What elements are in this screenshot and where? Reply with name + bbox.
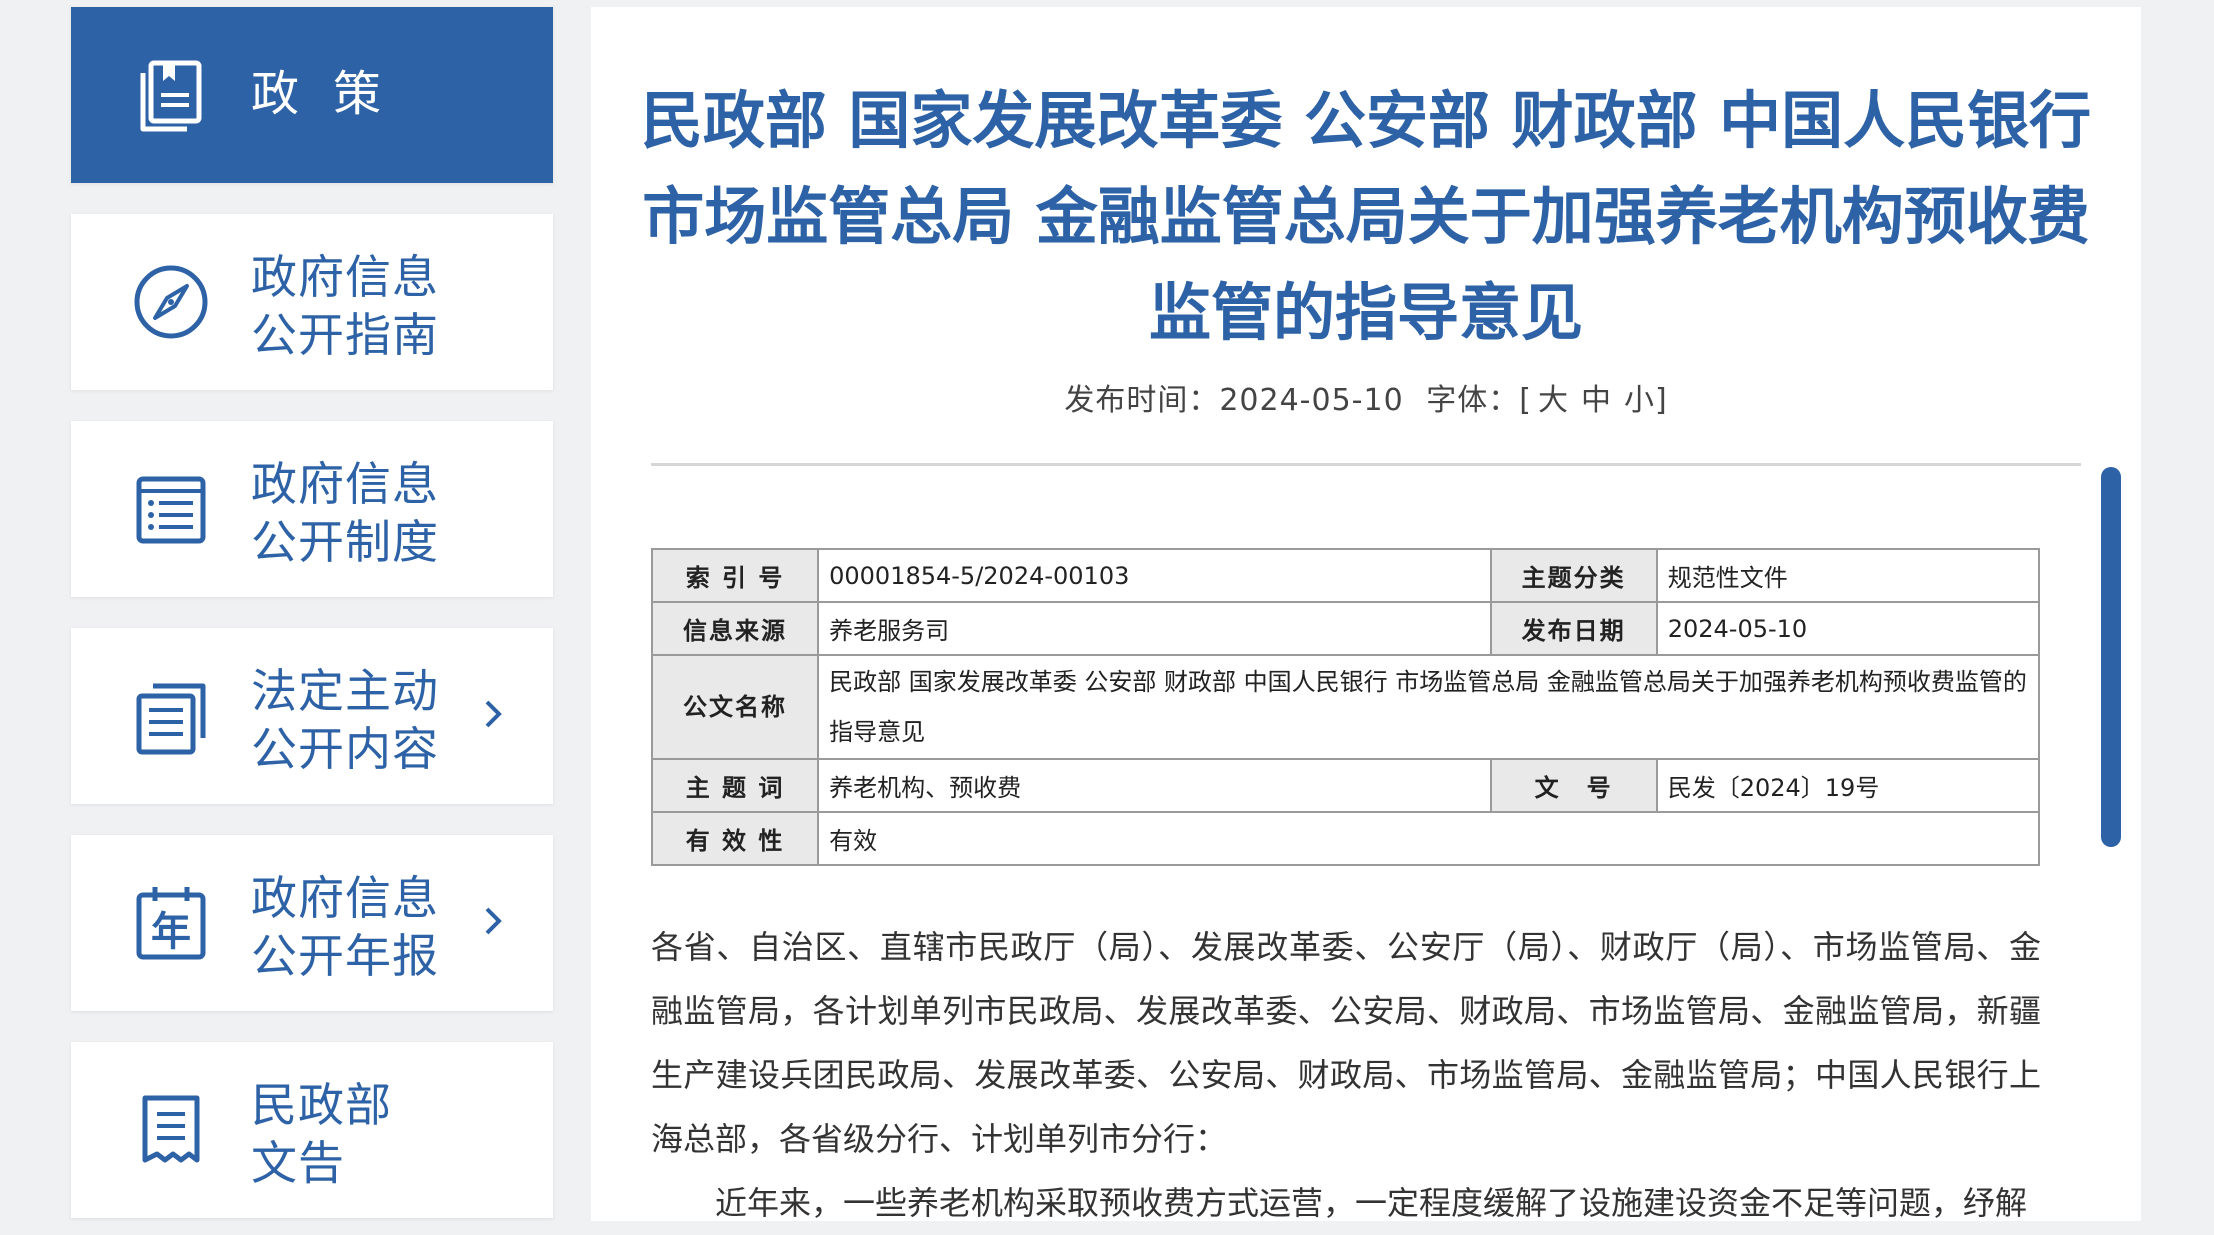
source-value: 养老服务司 xyxy=(817,601,1492,656)
doc-number-label: 文 号 xyxy=(1489,758,1658,813)
validity-value: 有效 xyxy=(817,811,2040,866)
document-info-table: 索 引 号 00001854-5/2024-00103 主题分类 规范性文件 信… xyxy=(650,548,2041,866)
doc-name-label: 公文名称 xyxy=(650,654,820,760)
table-row: 信息来源 养老服务司 发布日期 2024-05-10 xyxy=(650,601,2041,656)
sidebar-item-disclosure-guide[interactable]: 政府信息 公开指南 xyxy=(71,214,553,390)
index-label: 索 引 号 xyxy=(650,548,820,603)
stacked-documents-icon xyxy=(131,676,211,756)
index-value: 00001854-5/2024-00103 xyxy=(817,548,1492,603)
policy-book-icon xyxy=(131,55,211,135)
article-panel: 民政部 国家发展改革委 公安部 财政部 中国人民银行 市场监管总局 金融监管总局… xyxy=(591,7,2141,1222)
table-row: 公文名称 民政部 国家发展改革委 公安部 财政部 中国人民银行 市场监管总局 金… xyxy=(650,654,2040,760)
sidebar-item-annual-report[interactable]: 年 政府信息 公开年报 xyxy=(71,835,553,1011)
publish-date: 发布时间：2024-05-10 xyxy=(1064,383,1404,418)
article-body: 各省、自治区、直辖市民政厅（局）、发展改革委、公安厅（局）、财政厅（局）、市场监… xyxy=(651,915,2041,1235)
list-document-icon xyxy=(131,469,211,549)
category-value: 规范性文件 xyxy=(1655,548,2041,603)
sidebar-item-label: 政府信息 公开制度 xyxy=(251,457,439,569)
category-label: 主题分类 xyxy=(1489,548,1658,603)
doc-number-value: 民发〔2024〕19号 xyxy=(1655,758,2041,813)
table-row: 主 题 词 养老机构、预收费 文 号 民发〔2024〕19号 xyxy=(650,758,2041,813)
source-label: 信息来源 xyxy=(650,601,820,656)
body-paragraph: 近年来，一些养老机构采取预收费方式运营，一定程度缓解了设施建设资金不足等问题，纾… xyxy=(715,1184,2028,1222)
table-row: 有 效 性 有效 xyxy=(650,811,2040,866)
validity-label: 有 效 性 xyxy=(650,811,820,866)
sidebar-item-disclosure-system[interactable]: 政府信息 公开制度 xyxy=(71,421,553,597)
article-title: 民政部 国家发展改革委 公安部 财政部 中国人民银行 市场监管总局 金融监管总局… xyxy=(640,84,2092,349)
date-value: 2024-05-10 xyxy=(1655,601,2041,656)
year-calendar-icon: 年 xyxy=(131,883,211,963)
keywords-label: 主 题 词 xyxy=(650,758,820,813)
sidebar-item-label: 政策 xyxy=(251,66,416,122)
notice-document-icon xyxy=(131,1090,211,1170)
divider xyxy=(651,463,2081,466)
font-small-link[interactable]: 小 xyxy=(1624,383,1655,418)
compass-icon xyxy=(131,262,211,342)
font-medium-link[interactable]: 中 xyxy=(1581,383,1612,418)
article-meta: 发布时间：2024-05-10 字体：[大中小] xyxy=(591,375,2141,419)
font-size-switcher: 字体：[大中小] xyxy=(1426,383,1668,418)
scrollbar-thumb[interactable] xyxy=(2101,467,2121,847)
table-row: 索 引 号 00001854-5/2024-00103 主题分类 规范性文件 xyxy=(650,548,2041,603)
keywords-value: 养老机构、预收费 xyxy=(817,758,1492,813)
svg-text:年: 年 xyxy=(151,909,191,955)
sidebar-item-label: 民政部 文告 xyxy=(251,1078,392,1190)
sidebar-item-policy[interactable]: 政策 xyxy=(71,7,553,183)
body-paragraph: 各省、自治区、直辖市民政厅（局）、发展改革委、公安厅（局）、财政厅（局）、市场监… xyxy=(651,928,2041,1158)
sidebar-item-ministry-notices[interactable]: 民政部 文告 xyxy=(71,1042,553,1218)
chevron-right-icon xyxy=(481,694,507,734)
date-label: 发布日期 xyxy=(1489,601,1658,656)
chevron-right-icon xyxy=(481,901,507,941)
font-large-link[interactable]: 大 xyxy=(1538,383,1569,418)
sidebar-item-label: 政府信息 公开年报 xyxy=(251,871,439,983)
sidebar-item-statutory-content[interactable]: 法定主动 公开内容 xyxy=(71,628,553,804)
doc-name-value: 民政部 国家发展改革委 公安部 财政部 中国人民银行 市场监管总局 金融监管总局… xyxy=(817,654,2040,760)
sidebar-item-label: 政府信息 公开指南 xyxy=(251,250,439,362)
sidebar-item-label: 法定主动 公开内容 xyxy=(251,664,439,776)
